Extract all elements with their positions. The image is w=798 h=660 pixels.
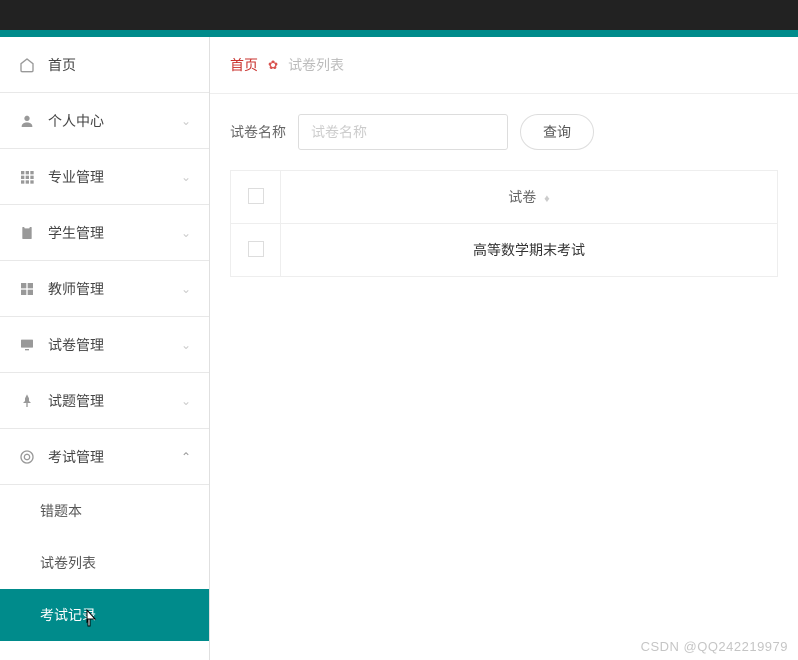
submenu-item-wrong[interactable]: 错题本 — [0, 485, 209, 537]
target-icon — [18, 448, 36, 466]
header-checkbox-cell — [231, 171, 281, 224]
sidebar-item-personal[interactable]: 个人中心 ⌄ — [0, 93, 209, 149]
sidebar-item-exam[interactable]: 考试管理 ⌃ — [0, 429, 209, 485]
chevron-down-icon: ⌄ — [181, 394, 191, 408]
monitor-icon — [18, 336, 36, 354]
sidebar-item-label: 首页 — [48, 55, 191, 75]
header-paper-cell[interactable]: 试卷 ♦ — [281, 171, 778, 224]
chevron-down-icon: ⌄ — [181, 170, 191, 184]
topbar-teal — [0, 30, 798, 37]
row-checkbox-cell — [231, 224, 281, 277]
breadcrumb-home[interactable]: 首页 — [230, 55, 258, 75]
sort-icon: ♦ — [544, 193, 550, 205]
grid-icon — [18, 168, 36, 186]
submenu-exam: 错题本 试卷列表 考试记录 — [0, 485, 209, 641]
chevron-up-icon: ⌃ — [181, 450, 191, 464]
paper-name-input[interactable] — [298, 114, 508, 150]
filter-row: 试卷名称 查询 — [230, 114, 778, 150]
sidebar-item-label: 教师管理 — [48, 279, 181, 299]
watermark: CSDN @QQ242219979 — [641, 639, 788, 654]
breadcrumb-current: 试卷列表 — [288, 55, 344, 75]
topbar-dark — [0, 0, 798, 30]
clipboard-icon — [18, 224, 36, 242]
squares-icon — [18, 280, 36, 298]
person-icon — [18, 112, 36, 130]
chevron-down-icon: ⌄ — [181, 114, 191, 128]
sidebar-item-label: 专业管理 — [48, 167, 181, 187]
main-content: 首页 ✿ 试卷列表 试卷名称 查询 试卷 — [210, 37, 798, 660]
breadcrumb: 首页 ✿ 试卷列表 — [210, 37, 798, 94]
pin-icon — [18, 392, 36, 410]
header-paper-label: 试卷 — [508, 189, 536, 205]
table-header-row: 试卷 ♦ — [231, 171, 778, 224]
sidebar-item-major[interactable]: 专业管理 ⌄ — [0, 149, 209, 205]
row-checkbox[interactable] — [248, 241, 264, 257]
submenu-item-exam-record[interactable]: 考试记录 — [0, 589, 209, 641]
sidebar-item-label: 试题管理 — [48, 391, 181, 411]
sidebar: 首页 个人中心 ⌄ 专业管理 ⌄ 学生管理 ⌄ — [0, 37, 210, 660]
sidebar-item-label: 试卷管理 — [48, 335, 181, 355]
submenu-item-paper-list[interactable]: 试卷列表 — [0, 537, 209, 589]
chevron-down-icon: ⌄ — [181, 282, 191, 296]
row-paper-name: 高等数学期末考试 — [281, 224, 778, 277]
sidebar-item-student[interactable]: 学生管理 ⌄ — [0, 205, 209, 261]
table-row: 高等数学期末考试 — [231, 224, 778, 277]
sidebar-item-question[interactable]: 试题管理 ⌄ — [0, 373, 209, 429]
sidebar-item-label: 个人中心 — [48, 111, 181, 131]
sidebar-item-teacher[interactable]: 教师管理 ⌄ — [0, 261, 209, 317]
chevron-down-icon: ⌄ — [181, 226, 191, 240]
query-button[interactable]: 查询 — [520, 114, 594, 150]
breadcrumb-sep-icon: ✿ — [268, 58, 278, 72]
sidebar-item-label: 考试管理 — [48, 447, 181, 467]
sidebar-item-paper[interactable]: 试卷管理 ⌄ — [0, 317, 209, 373]
sidebar-item-label: 学生管理 — [48, 223, 181, 243]
chevron-down-icon: ⌄ — [181, 338, 191, 352]
sidebar-item-home[interactable]: 首页 — [0, 37, 209, 93]
paper-table: 试卷 ♦ 高等数学期末考试 — [230, 170, 778, 277]
select-all-checkbox[interactable] — [248, 188, 264, 204]
filter-label: 试卷名称 — [230, 122, 286, 142]
home-icon — [18, 56, 36, 74]
